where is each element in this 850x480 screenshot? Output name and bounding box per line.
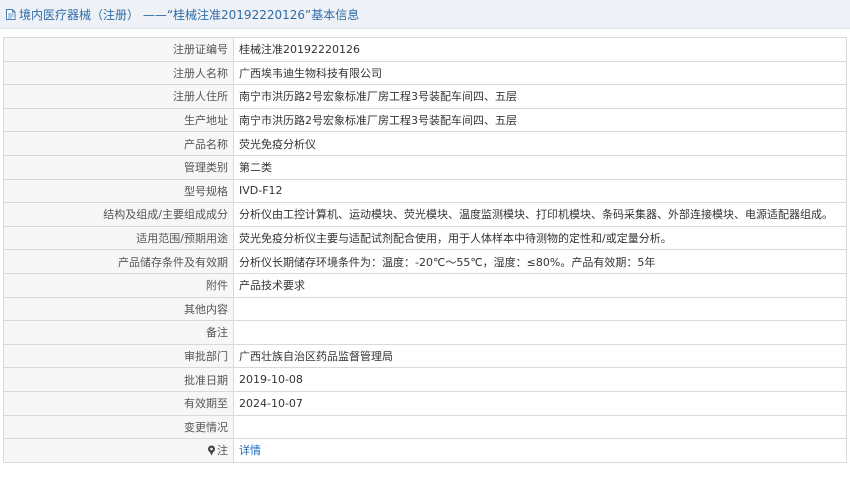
field-value: IVD-F12 <box>233 178 847 204</box>
field-label: 注册人名称 <box>3 60 234 86</box>
field-label: 产品储存条件及有效期 <box>3 249 234 274</box>
table-row: 适用范围/预期用途 荧光免疫分析仪主要与适配试剂配合使用，用于人体样本中待测物的定… <box>3 225 847 251</box>
table-row: 管理类别 第二类 <box>3 154 847 180</box>
note-value-cell: 详情 <box>233 438 847 463</box>
field-value: 桂械注准20192220126 <box>233 37 847 62</box>
field-value: 产品技术要求 <box>233 272 847 298</box>
table-row: 注册证编号 桂械注准20192220126 <box>3 37 847 62</box>
table-row: 注册人住所 南宁市洪历路2号宏象标准厂房工程3号装配车间四、五层 <box>3 84 847 109</box>
table-row: 产品储存条件及有效期 分析仪长期储存环境条件为：温度：-20℃～55℃，湿度：≤8… <box>3 249 847 274</box>
field-label: 生产地址 <box>3 107 234 133</box>
info-table-container: 注册证编号 桂械注准20192220126 注册人名称 广西埃韦迪生物科技有限公司 注册… <box>3 37 847 463</box>
field-value: 广西埃韦迪生物科技有限公司 <box>233 60 847 86</box>
table-row: 有效期至 2024-10-07 <box>3 390 847 416</box>
field-label: 审批部门 <box>3 343 234 369</box>
field-label: 备注 <box>3 320 234 345</box>
field-value: 第二类 <box>233 154 847 180</box>
field-value: 2019-10-08 <box>233 367 847 392</box>
table-row: 附件 产品技术要求 <box>3 272 847 298</box>
field-label: 注册证编号 <box>3 37 234 62</box>
table-row-note: 注 详情 <box>3 438 847 463</box>
document-icon <box>4 8 17 21</box>
field-label: 结构及组成/主要组成成分 <box>3 202 234 227</box>
table-row: 变更情况 <box>3 414 847 440</box>
field-label: 变更情况 <box>3 414 234 440</box>
field-value: 南宁市洪历路2号宏象标准厂房工程3号装配车间四、五层 <box>233 84 847 109</box>
info-table: 注册证编号 桂械注准20192220126 注册人名称 广西埃韦迪生物科技有限公司 注册… <box>3 37 847 463</box>
field-label: 附件 <box>3 272 234 298</box>
table-row: 生产地址 南宁市洪历路2号宏象标准厂房工程3号装配车间四、五层 <box>3 107 847 133</box>
table-row: 审批部门 广西壮族自治区药品监督管理局 <box>3 343 847 369</box>
field-value: 荧光免疫分析仪主要与适配试剂配合使用，用于人体样本中待测物的定性和/或定量分析。 <box>233 225 847 251</box>
field-value: 2024-10-07 <box>233 390 847 416</box>
field-value: 广西壮族自治区药品监督管理局 <box>233 343 847 369</box>
field-label: 其他内容 <box>3 296 234 322</box>
table-row: 产品名称 荧光免疫分析仪 <box>3 131 847 156</box>
field-label: 管理类别 <box>3 154 234 180</box>
info-table-body: 注册证编号 桂械注准20192220126 注册人名称 广西埃韦迪生物科技有限公司 注册… <box>3 37 847 440</box>
table-row: 其他内容 <box>3 296 847 322</box>
field-value <box>233 296 847 322</box>
field-label: 批准日期 <box>3 367 234 392</box>
field-value: 南宁市洪历路2号宏象标准厂房工程3号装配车间四、五层 <box>233 107 847 133</box>
field-label: 注册人住所 <box>3 84 234 109</box>
field-value <box>233 414 847 440</box>
table-row: 批准日期 2019-10-08 <box>3 367 847 392</box>
note-label-cell: 注 <box>3 438 234 463</box>
field-value <box>233 320 847 345</box>
field-label: 型号规格 <box>3 178 234 204</box>
field-value: 分析仪长期储存环境条件为：温度：-20℃～55℃，湿度：≤80%。产品有效期：5… <box>233 249 847 274</box>
details-link[interactable]: 详情 <box>239 444 261 457</box>
page-header: 境内医疗器械（注册） ——“桂械注准20192220126”基本信息 <box>0 0 850 29</box>
note-section: 注 详情 <box>3 438 847 463</box>
field-value: 荧光免疫分析仪 <box>233 131 847 156</box>
table-row: 型号规格 IVD-F12 <box>3 178 847 204</box>
note-label: 注 <box>217 443 228 457</box>
pin-icon <box>207 445 216 459</box>
page-title: 境内医疗器械（注册） ——“桂械注准20192220126”基本信息 <box>19 7 360 22</box>
field-value: 分析仪由工控计算机、运动模块、荧光模块、温度监测模块、打印机模块、条码采集器、外… <box>233 202 847 227</box>
field-label: 有效期至 <box>3 390 234 416</box>
table-row: 备注 <box>3 320 847 345</box>
table-row: 注册人名称 广西埃韦迪生物科技有限公司 <box>3 60 847 86</box>
field-label: 产品名称 <box>3 131 234 156</box>
field-label: 适用范围/预期用途 <box>3 225 234 251</box>
table-row: 结构及组成/主要组成成分 分析仪由工控计算机、运动模块、荧光模块、温度监测模块、打… <box>3 202 847 227</box>
